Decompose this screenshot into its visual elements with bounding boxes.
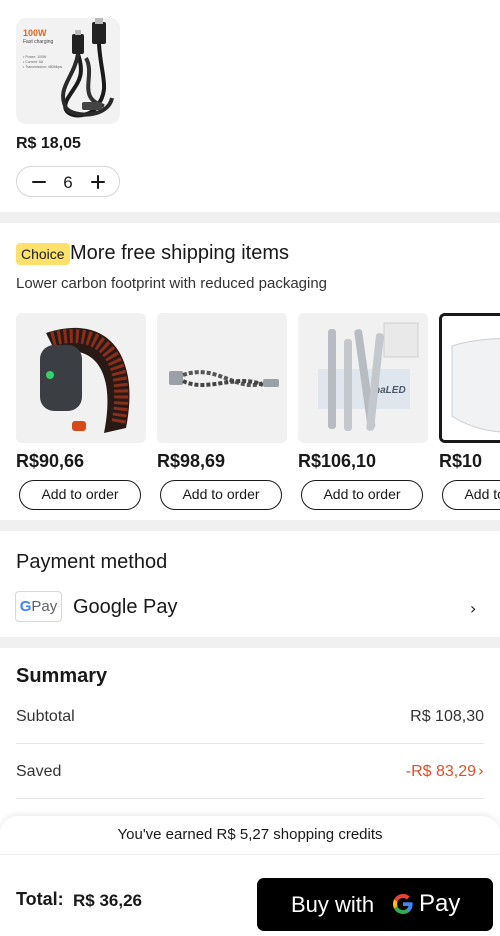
product-image[interactable] [16,313,146,443]
google-pay-logo: GPay [15,591,62,622]
payment-section: Payment method GPay Google Pay › [0,531,500,637]
section-divider [0,212,500,223]
saved-row[interactable]: Saved -R$ 83,29 › [16,744,484,799]
payment-title: Payment method [16,551,168,573]
quantity-value: 6 [63,173,73,192]
product-image[interactable]: naLED [298,313,428,443]
subtotal-label: Subtotal [16,708,75,725]
product-image[interactable] [157,313,287,443]
item-price: R$ 18,05 [16,135,81,152]
product-price: R$90,66 [16,451,85,471]
face-shield-image [442,316,500,440]
buy-button-pay-word: Pay [419,890,461,917]
free-shipping-section: Choice More free shipping items Lower ca… [0,223,500,520]
credits-banner: You've earned R$ 5,27 shopping credits [0,816,500,854]
handpiece-image: naLED [298,313,428,443]
buy-with-google-pay-button[interactable]: Buy with Pay [257,878,493,931]
cable-image [157,313,287,443]
buy-button-label: Buy with [291,892,375,917]
google-g-letter: G [19,598,32,615]
thumbnail-spec: • Transmission: 480Mbps [23,65,63,69]
add-to-order-button[interactable]: Add to order [19,480,141,510]
subtotal-value: R$ 108,30 [410,708,484,725]
chevron-right-icon[interactable]: › [470,599,476,618]
section-divider [0,637,500,648]
svg-text:naLED: naLED [374,385,406,396]
product-thumbnail[interactable]: 100W Fast charging • Power: 100W • Curre… [16,18,120,124]
add-to-order-button[interactable]: Add to order [301,480,423,510]
product-price: R$10 [439,451,483,471]
product-card[interactable]: R$10 Add to order [439,313,500,523]
add-to-order-button[interactable]: Add to order [160,480,282,510]
google-g-icon [393,894,413,914]
product-price: R$106,10 [298,451,377,471]
product-image[interactable] [439,313,500,443]
thumbnail-specs: • Power: 100W • Current: 5A • Transmissi… [23,55,62,70]
product-price: R$98,69 [157,451,226,471]
payment-method-name[interactable]: Google Pay [73,596,178,619]
subtotal-row: Subtotal R$ 108,30 [16,689,484,744]
cart-item: 100W Fast charging • Power: 100W • Curre… [0,0,500,212]
summary-title: Summary [16,665,108,687]
add-to-order-button[interactable]: Add to order [442,480,500,510]
saved-value: -R$ 83,29 [405,763,476,780]
google-pay-word: Pay [31,598,58,615]
quantity-stepper: 6 [16,166,120,197]
thumbnail-subtitle: Fast charging [23,39,54,45]
checkout-footer: Total: R$ 36,26 Buy with Pay [0,854,500,936]
section-subtitle: Lower carbon footprint with reduced pack… [16,275,328,292]
section-title: More free shipping items [70,242,289,264]
saved-label: Saved [16,763,62,780]
armband-image [16,313,146,443]
section-divider [0,520,500,531]
total-label: Total: [16,889,64,909]
minus-icon[interactable] [32,181,46,183]
thumbnail-title: 100W [23,28,47,38]
chevron-right-icon[interactable]: › [478,762,484,780]
total-value: R$ 36,26 [73,891,142,910]
choice-badge: Choice [16,243,70,265]
